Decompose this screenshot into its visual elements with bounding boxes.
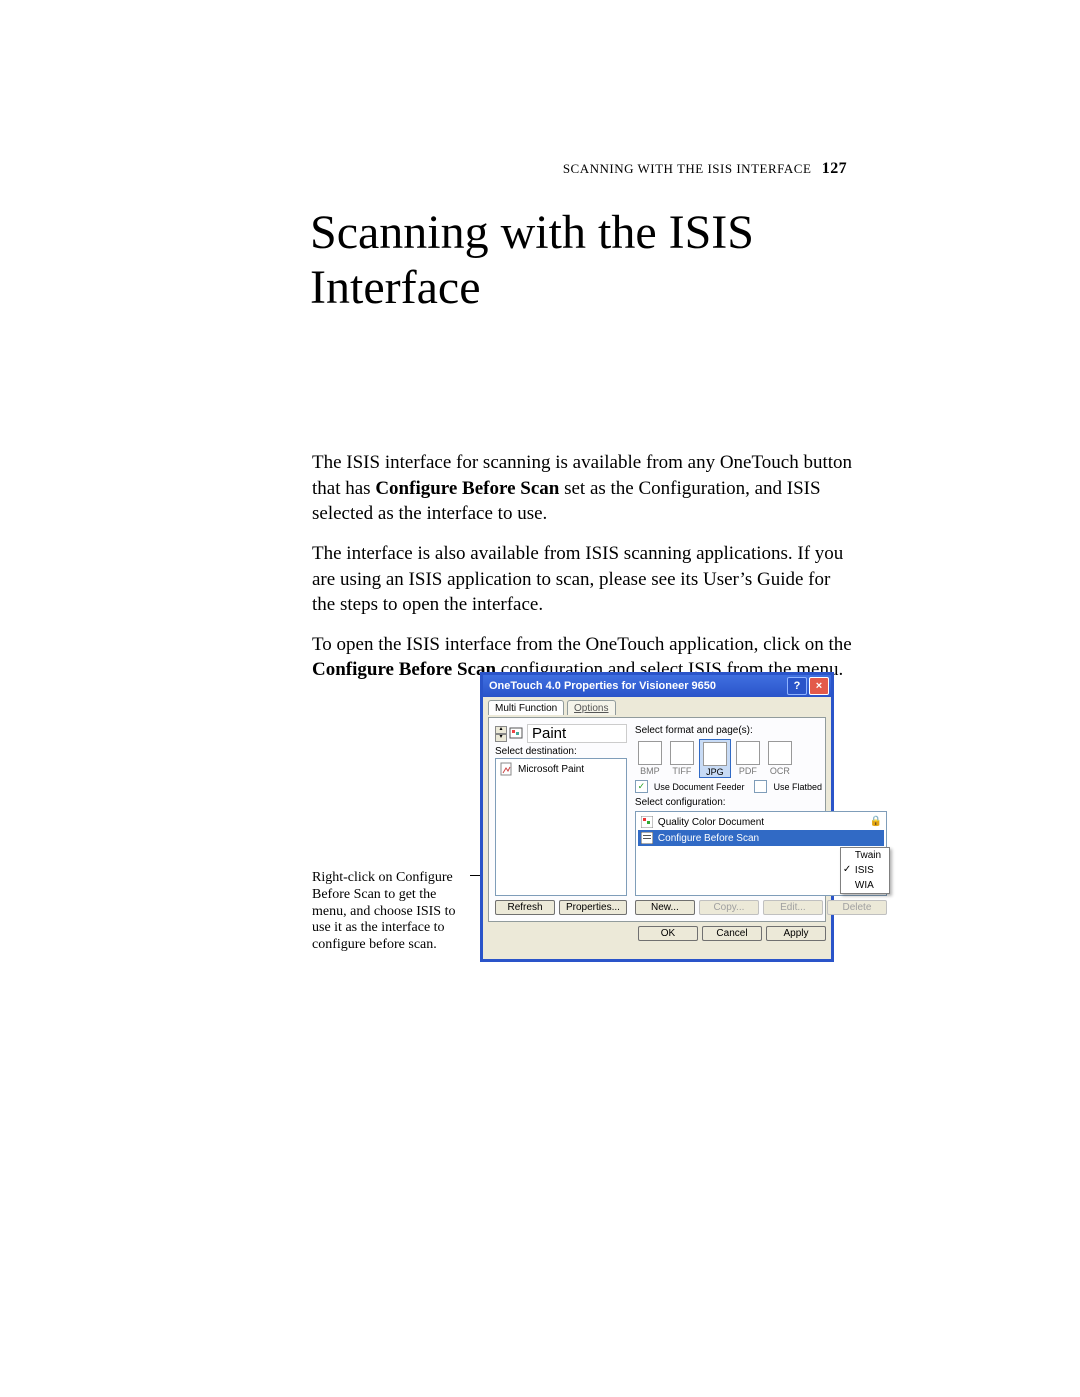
select-destination-label: Select destination:: [495, 746, 627, 757]
tab-options[interactable]: Options: [567, 700, 615, 715]
page-number: 127: [822, 160, 847, 177]
format-pdf[interactable]: PDF: [733, 739, 763, 778]
select-configuration-label: Select configuration:: [635, 797, 887, 808]
format-ocr[interactable]: OCR: [765, 739, 795, 778]
edit-button[interactable]: Edit...: [763, 900, 823, 915]
app-spinner[interactable]: ▴ ▾: [495, 726, 505, 742]
checkbox-use-flatbed[interactable]: [754, 780, 767, 793]
dialog-titlebar[interactable]: OneTouch 4.0 Properties for Visioneer 96…: [483, 675, 831, 697]
jpg-icon: [703, 742, 727, 766]
use-document-feeder-label: Use Document Feeder: [654, 782, 745, 792]
current-app-name: Paint: [527, 724, 627, 743]
chapter-title: Scanning with the ISIS Interface: [310, 205, 754, 315]
dialog-action-row: OK Cancel Apply: [488, 926, 826, 941]
help-button[interactable]: ?: [787, 677, 807, 695]
bmp-icon: [638, 741, 662, 765]
destination-list[interactable]: Microsoft Paint: [495, 758, 627, 896]
tab-panel: ▴ ▾ Paint Select destination:: [488, 717, 826, 922]
format-jpg[interactable]: JPG: [699, 739, 731, 778]
pdf-icon: [736, 741, 760, 765]
configuration-list[interactable]: 🔒 Quality Color Document Configure Bef: [635, 811, 887, 896]
destination-item-mspaint[interactable]: Microsoft Paint: [498, 761, 624, 777]
spinner-up-icon[interactable]: ▴: [495, 726, 507, 734]
spinner-down-icon[interactable]: ▾: [495, 734, 507, 742]
context-menu-item-wia[interactable]: WIA: [841, 878, 889, 893]
new-button[interactable]: New...: [635, 900, 695, 915]
select-format-label: Select format and page(s):: [635, 725, 887, 736]
context-menu-item-twain[interactable]: Twain: [841, 848, 889, 863]
copy-button[interactable]: Copy...: [699, 900, 759, 915]
ok-button[interactable]: OK: [638, 926, 698, 941]
config-item-quality-color[interactable]: Quality Color Document: [638, 814, 884, 830]
paragraph-2: The interface is also available from ISI…: [312, 541, 852, 618]
refresh-button[interactable]: Refresh: [495, 900, 555, 915]
current-app-row: ▴ ▾ Paint: [495, 724, 627, 743]
config-item-configure-before-scan[interactable]: Configure Before Scan: [638, 830, 884, 846]
tiff-icon: [670, 741, 694, 765]
checkbox-use-document-feeder[interactable]: ✓: [635, 780, 648, 793]
tabstrip: Multi Function Options: [488, 699, 826, 717]
properties-button[interactable]: Properties...: [559, 900, 627, 915]
delete-button[interactable]: Delete: [827, 900, 887, 915]
lock-icon: 🔒: [869, 816, 881, 827]
interface-context-menu[interactable]: Twain ISIS WIA: [840, 847, 890, 894]
ocr-icon: [768, 741, 792, 765]
color-doc-icon: [640, 815, 654, 829]
context-menu-item-isis[interactable]: ISIS: [841, 863, 889, 878]
cancel-button[interactable]: Cancel: [702, 926, 762, 941]
onetouch-properties-dialog: OneTouch 4.0 Properties for Visioneer 96…: [480, 672, 834, 962]
dialog-title: OneTouch 4.0 Properties for Visioneer 96…: [489, 680, 785, 692]
tab-multi-function[interactable]: Multi Function: [488, 700, 564, 715]
paint-app-icon: [509, 727, 523, 741]
format-bmp[interactable]: BMP: [635, 739, 665, 778]
use-flatbed-label: Use Flatbed: [773, 782, 822, 792]
running-header: Scanning with the ISIS Interface 127: [563, 160, 847, 178]
mspaint-icon: [500, 762, 514, 776]
config-item-label: Quality Color Document: [658, 817, 764, 828]
config-item-label: Configure Before Scan: [658, 833, 759, 844]
configure-before-scan-icon: [640, 831, 654, 845]
apply-button[interactable]: Apply: [766, 926, 826, 941]
format-tiff[interactable]: TIFF: [667, 739, 697, 778]
body-paragraphs: The ISIS interface for scanning is avail…: [312, 450, 852, 697]
paragraph-1: The ISIS interface for scanning is avail…: [312, 450, 852, 527]
close-button[interactable]: ×: [809, 677, 829, 695]
format-row: BMP TIFF JPG PDF: [635, 739, 887, 778]
running-header-text: Scanning with the ISIS Interface: [563, 161, 812, 176]
callout-note: Right-click on Configure Before Scan to …: [312, 870, 472, 954]
destination-item-label: Microsoft Paint: [518, 764, 584, 775]
